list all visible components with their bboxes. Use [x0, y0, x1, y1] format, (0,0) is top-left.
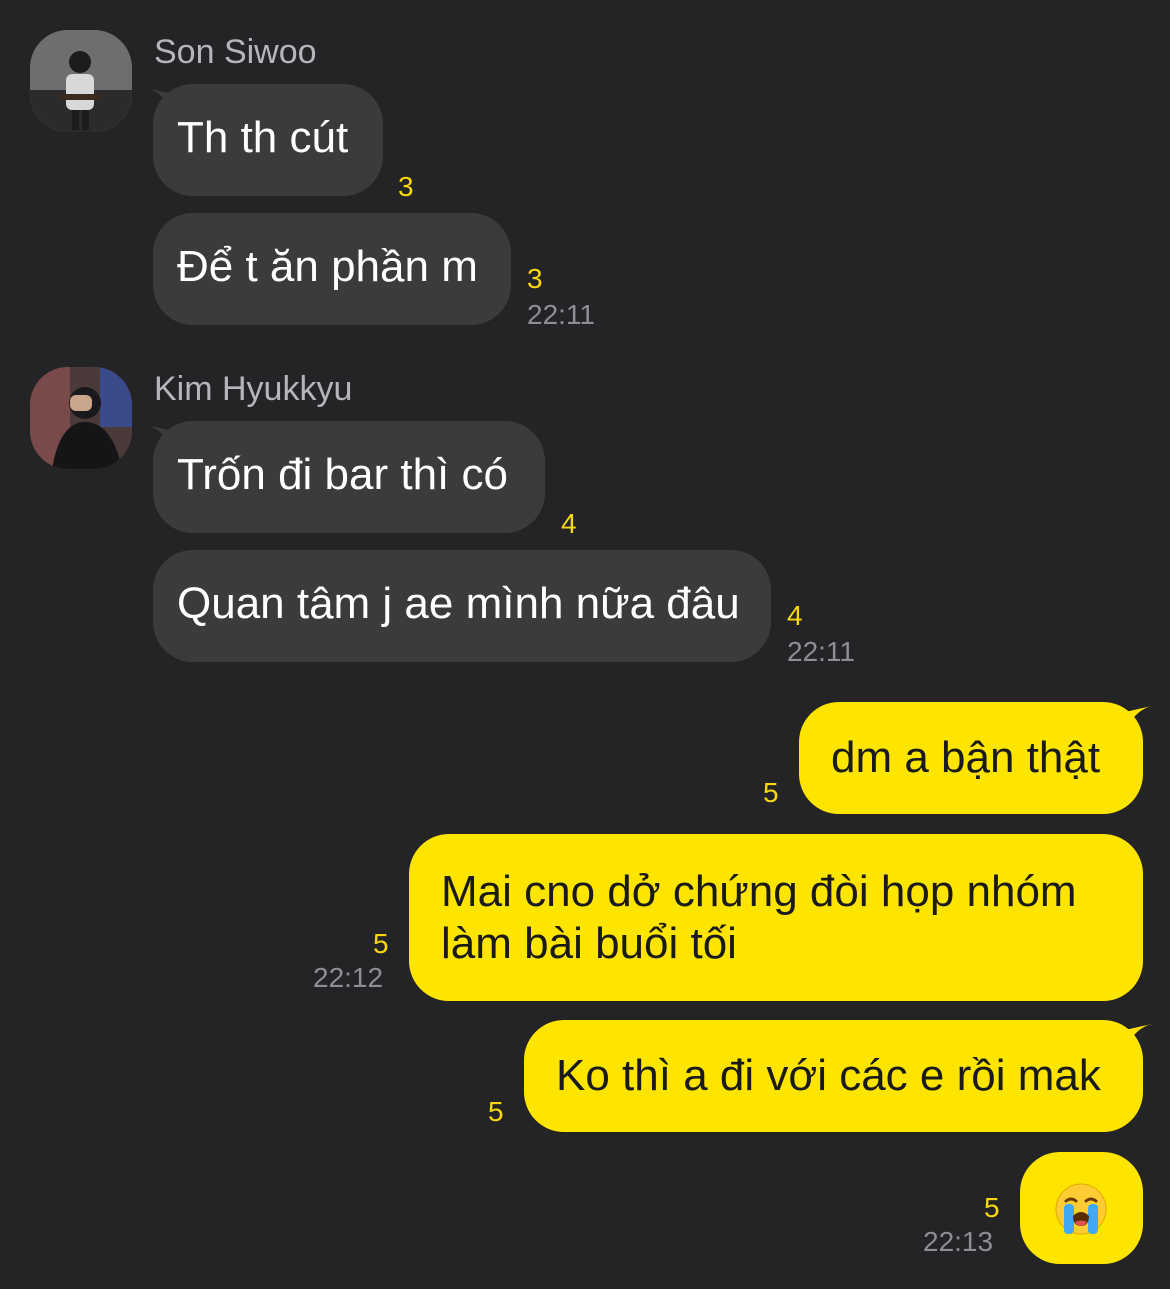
message-timestamp: 22:11 [787, 636, 855, 667]
unread-count: 5 [488, 1096, 504, 1127]
message-timestamp: 22:12 [313, 962, 384, 993]
incoming-message-bubble[interactable]: Th th cút [153, 84, 383, 196]
outgoing-message-bubble[interactable]: Mai cno dở chứng đòi họp nhóm làm bài bu… [409, 834, 1143, 1001]
outgoing-message-bubble[interactable] [1020, 1152, 1143, 1264]
unread-count: 5 [984, 1192, 1000, 1223]
person-avatar-icon [30, 30, 132, 132]
message-timestamp: 22:11 [527, 299, 595, 330]
avatar-kim-hyukkyu[interactable] [30, 367, 132, 469]
sender-name: Kim Hyukkyu [154, 370, 353, 408]
message-text: Th th cút [177, 113, 349, 162]
message-text: Ko thì a đi với các e rồi mak [556, 1051, 1101, 1100]
message-timestamp: 22:13 [923, 1226, 994, 1257]
sender-name: Son Siwoo [154, 33, 317, 71]
unread-count: 4 [787, 600, 803, 631]
person-avatar-icon [30, 367, 132, 469]
unread-count: 5 [373, 928, 389, 959]
message-text: Trốn đi bar thì có [177, 450, 508, 499]
message-text-line: Mai cno dở chứng đòi họp nhóm [441, 867, 1077, 916]
outgoing-message-bubble[interactable]: dm a bận thật [799, 702, 1143, 814]
unread-count: 4 [561, 508, 577, 539]
incoming-message-bubble[interactable]: Trốn đi bar thì có [153, 421, 545, 533]
loudly-crying-face-icon [1055, 1183, 1107, 1235]
message-text: Quan tâm j ae mình nữa đâu [177, 579, 740, 628]
unread-count: 5 [763, 777, 779, 808]
unread-count: 3 [398, 171, 414, 202]
message-text-line: làm bài buổi tối [441, 919, 737, 968]
message-text: dm a bận thật [831, 733, 1101, 782]
message-text: Để t ăn phần m [177, 242, 478, 291]
outgoing-message-bubble[interactable]: Ko thì a đi với các e rồi mak [524, 1020, 1143, 1132]
incoming-message-bubble[interactable]: Quan tâm j ae mình nữa đâu [153, 550, 771, 662]
incoming-message-bubble[interactable]: Để t ăn phần m [153, 213, 511, 325]
avatar-son-siwoo[interactable] [30, 30, 132, 132]
unread-count: 3 [527, 263, 543, 294]
